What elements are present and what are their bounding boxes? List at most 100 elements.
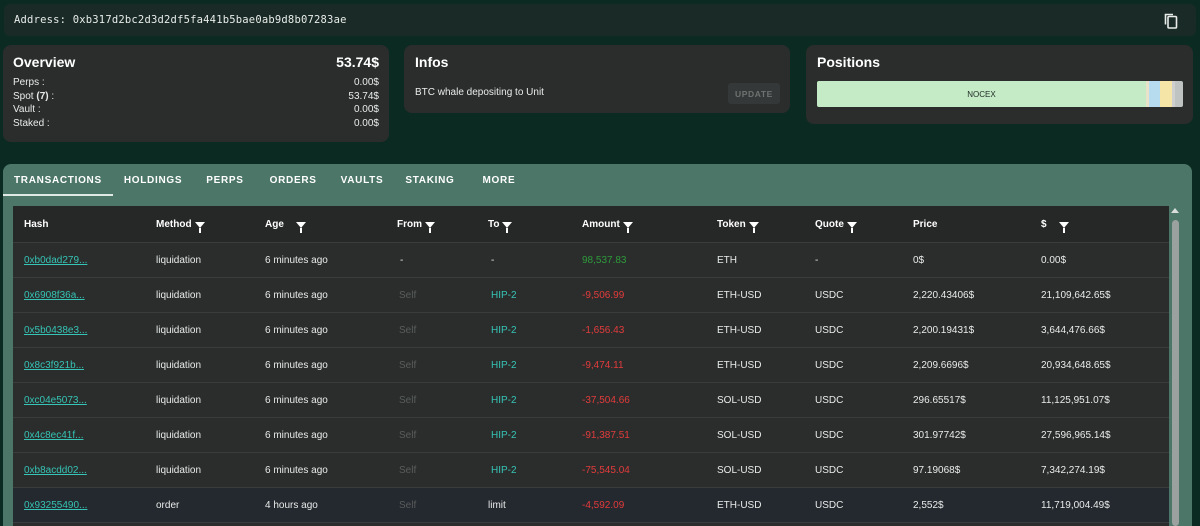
header-usd[interactable]: $	[1041, 206, 1069, 242]
age-cell: 6 minutes ago	[265, 359, 328, 371]
position-segment-main[interactable]: NOCEX	[817, 81, 1146, 107]
transactions-table: Hash Method Age From To Amount Token Quo…	[13, 206, 1169, 526]
copy-icon[interactable]	[1164, 13, 1178, 29]
update-button[interactable]: UPDATE	[728, 83, 780, 104]
position-segment[interactable]	[1149, 81, 1160, 107]
price-cell: 2,209.6696$	[913, 359, 969, 371]
tab-holdings[interactable]: HOLDINGS	[113, 164, 193, 196]
infos-title: Infos	[415, 54, 449, 70]
overview-value: 53.74$	[348, 90, 379, 102]
filter-icon[interactable]	[748, 222, 759, 233]
filter-icon[interactable]	[502, 222, 513, 233]
overview-row-staked: Staked : 0.00$	[13, 117, 379, 131]
amount-cell: -1,656.43	[582, 324, 625, 336]
to-cell: HIP-2	[491, 394, 517, 406]
method-cell: liquidation	[156, 464, 202, 476]
method-cell: liquidation	[156, 254, 202, 266]
token-cell: ETH-USD	[717, 324, 762, 336]
overview-label: Staked :	[13, 117, 50, 129]
hash-link[interactable]: 0xb8acdd02...	[24, 465, 87, 476]
spot-count: (7)	[36, 90, 49, 102]
hash-link[interactable]: 0x93255490...	[24, 500, 87, 511]
hash-link[interactable]: 0xb0dad279...	[24, 255, 87, 266]
tab-bar: TRANSACTIONS HOLDINGS PERPS ORDERS VAULT…	[3, 164, 526, 196]
scroll-thumb[interactable]	[1172, 220, 1179, 526]
hash-link[interactable]: 0x4c8ec41f...	[24, 430, 83, 441]
table-row[interactable]: 0x4c8ec41f... liquidation 6 minutes ago Sel…	[13, 418, 1169, 453]
age-cell: 6 minutes ago	[265, 394, 328, 406]
header-amount[interactable]: Amount	[582, 206, 633, 242]
overview-row-vault: Vault : 0.00$	[13, 103, 379, 117]
tab-perps[interactable]: PERPS	[193, 164, 256, 196]
filter-icon[interactable]	[1058, 222, 1069, 233]
positions-bar[interactable]: NOCEX	[817, 81, 1183, 107]
header-token[interactable]: Token	[717, 206, 759, 242]
filter-icon[interactable]	[295, 222, 306, 233]
from-cell: Self	[399, 324, 417, 336]
to-cell: HIP-2	[491, 429, 517, 441]
usd-cell: 11,125,951.07$	[1041, 394, 1110, 406]
hash-link[interactable]: 0x5b0438e3...	[24, 325, 87, 336]
position-segment[interactable]	[1175, 81, 1183, 107]
quote-cell: USDC	[815, 324, 844, 336]
table-row[interactable]: 0x5b0438e3... liquidation 6 minutes ago Sel…	[13, 313, 1169, 348]
header-quote[interactable]: Quote	[815, 206, 857, 242]
table-row[interactable]: 0xc04e5073... liquidation 6 minutes ago Sel…	[13, 383, 1169, 418]
method-cell: liquidation	[156, 289, 202, 301]
header-age[interactable]: Age	[265, 206, 306, 242]
amount-cell: 98,537.83	[582, 254, 627, 266]
amount-cell: -4,592.09	[582, 499, 625, 511]
table-row[interactable]: 0xb8acdd02... liquidation 6 minutes ago Sel…	[13, 453, 1169, 488]
overview-value: 0.00$	[353, 104, 379, 115]
token-cell: SOL-USD	[717, 429, 762, 441]
table-row[interactable]: 0x93255490... order 4 hours ago Self limit -4…	[13, 488, 1169, 523]
from-cell: -	[400, 254, 404, 266]
to-cell: -	[491, 254, 495, 266]
overview-row-spot: Spot (7) : 53.74$	[13, 90, 379, 104]
overview-value: 0.00$	[353, 77, 379, 88]
position-segment[interactable]	[1160, 81, 1172, 107]
filter-icon[interactable]	[194, 222, 205, 233]
positions-title: Positions	[817, 54, 881, 70]
from-cell: Self	[399, 499, 417, 511]
tab-vaults[interactable]: VAULTS	[328, 164, 395, 196]
header-from[interactable]: From	[397, 206, 435, 242]
from-cell: Self	[399, 289, 417, 301]
header-hash[interactable]: Hash	[24, 206, 48, 242]
amount-cell: -37,504.66	[582, 394, 630, 406]
age-cell: 6 minutes ago	[265, 289, 328, 301]
amount-cell: -75,545.04	[582, 464, 630, 476]
overview-title: Overview	[13, 54, 76, 70]
overview-label: Perps :	[13, 77, 45, 88]
table-row[interactable]: 0xb0dad279... liquidation 6 minutes ago - - 9…	[13, 243, 1169, 278]
to-cell: HIP-2	[491, 464, 517, 476]
tab-orders[interactable]: ORDERS	[257, 164, 328, 196]
price-cell: 2,552$	[913, 499, 944, 511]
filter-icon[interactable]	[622, 222, 633, 233]
hash-link[interactable]: 0xc04e5073...	[24, 395, 87, 406]
from-cell: Self	[399, 394, 417, 406]
token-cell: ETH-USD	[717, 499, 762, 511]
tab-more[interactable]: MORE	[466, 164, 527, 196]
quote-cell: -	[815, 254, 819, 266]
tab-staking[interactable]: STAKING	[394, 164, 465, 196]
usd-cell: 0.00$	[1041, 254, 1067, 266]
header-to[interactable]: To	[488, 206, 513, 242]
table-scrollbar[interactable]	[1171, 206, 1179, 526]
table-row[interactable]: 0x6908f36a... liquidation 6 minutes ago Sel…	[13, 278, 1169, 313]
to-cell: HIP-2	[491, 359, 517, 371]
age-cell: 6 minutes ago	[265, 324, 328, 336]
tab-transactions[interactable]: TRANSACTIONS	[3, 164, 113, 196]
overview-total: 53.74$	[336, 54, 379, 70]
infos-message: BTC whale depositing to Unit	[415, 87, 544, 98]
header-method[interactable]: Method	[156, 206, 205, 242]
header-price[interactable]: Price	[913, 206, 937, 242]
filter-icon[interactable]	[425, 222, 435, 233]
hash-link[interactable]: 0x6908f36a...	[24, 290, 85, 301]
from-cell: Self	[399, 359, 417, 371]
filter-icon[interactable]	[846, 222, 857, 233]
transactions-panel: TRANSACTIONS HOLDINGS PERPS ORDERS VAULT…	[3, 164, 1192, 526]
scroll-up-arrow-icon[interactable]	[1171, 208, 1179, 213]
hash-link[interactable]: 0x8c3f921b...	[24, 360, 84, 371]
table-row[interactable]: 0x8c3f921b... liquidation 6 minutes ago Sel…	[13, 348, 1169, 383]
